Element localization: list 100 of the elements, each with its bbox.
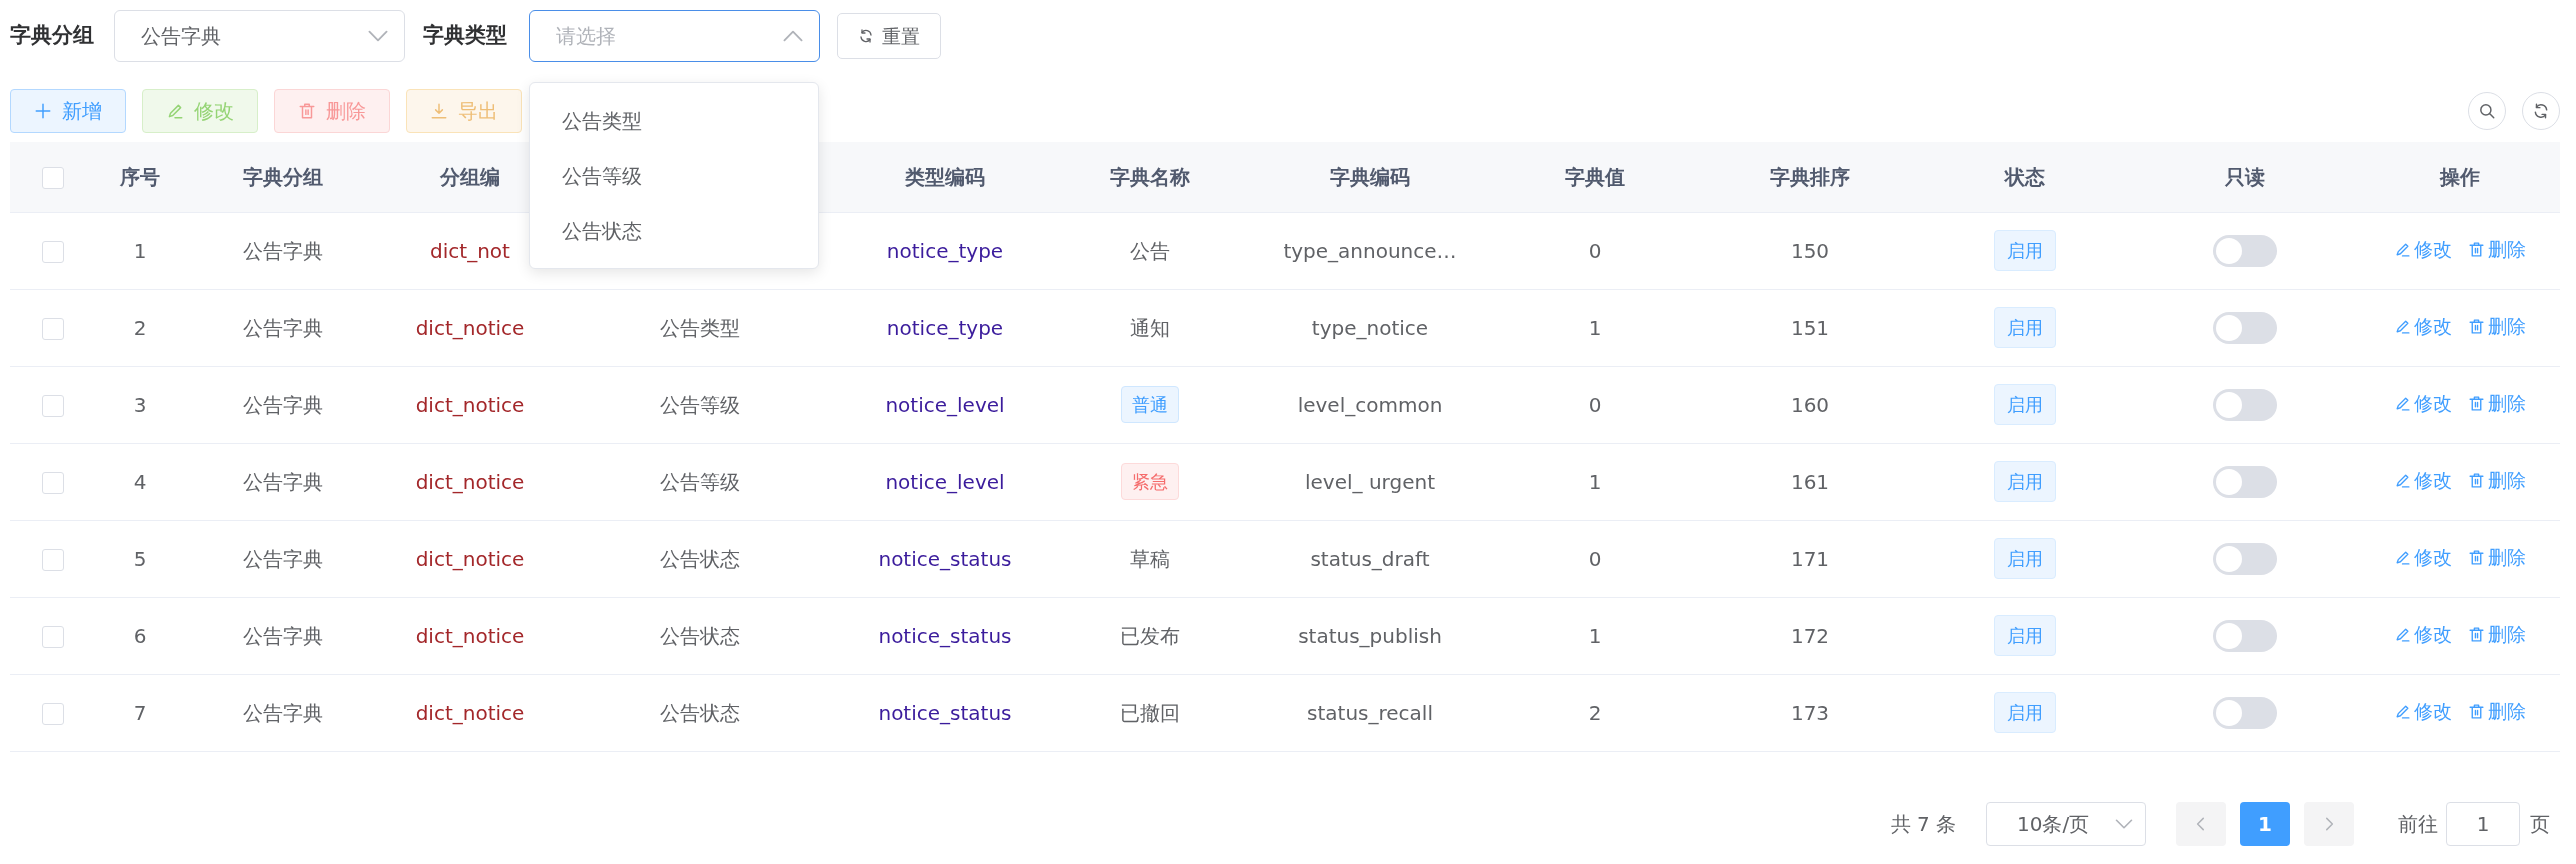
readonly-switch[interactable] (2213, 465, 2277, 498)
row-checkbox[interactable] (41, 472, 64, 494)
chevron-down-icon (368, 30, 388, 42)
next-page-button[interactable] (2304, 801, 2354, 846)
table-cell: 151 (1790, 315, 1830, 340)
table-cell: 1 (133, 238, 147, 263)
readonly-switch[interactable] (2213, 619, 2277, 652)
table-cell: 2 (133, 315, 147, 340)
row-checkbox[interactable] (41, 703, 64, 725)
table-cell: notice_status (878, 623, 1012, 648)
select-all-checkbox[interactable] (41, 167, 64, 190)
trash-icon (2468, 625, 2485, 643)
table-cell: type_notice (1311, 315, 1429, 340)
row-checkbox[interactable] (41, 549, 64, 571)
row-checkbox[interactable] (41, 318, 64, 340)
table-cell: 公告字典 (242, 700, 323, 725)
column-header: 字典排序 (1770, 164, 1850, 189)
table-cell: 公告字典 (242, 392, 323, 417)
table-cell: dict_notice (415, 315, 525, 340)
page-input[interactable]: 1 (2446, 801, 2520, 846)
status-tag: 启用 (1994, 615, 2056, 656)
delete-link[interactable]: 删除 (2468, 312, 2526, 341)
refresh-button[interactable] (2522, 92, 2560, 130)
edit-link[interactable]: 修改 (2394, 620, 2452, 649)
table-cell: 0 (1588, 238, 1602, 263)
table-cell: 已发布 (1120, 623, 1180, 648)
table-cell: 173 (1790, 700, 1830, 725)
edit-link[interactable]: 修改 (2394, 235, 2452, 264)
row-checkbox[interactable] (41, 395, 64, 417)
search-icon (2478, 102, 2496, 120)
table-cell: 已撤回 (1120, 700, 1180, 725)
readonly-switch[interactable] (2213, 311, 2277, 344)
column-header: 状态 (2005, 164, 2045, 189)
table-cell: 草稿 (1130, 546, 1170, 571)
previous-page-button[interactable] (2176, 801, 2226, 846)
status-tag: 启用 (1994, 307, 2056, 348)
dropdown-option[interactable]: 公告等级 (530, 148, 818, 203)
table-cell: 160 (1790, 392, 1830, 417)
table-cell: notice_status (878, 546, 1012, 571)
table-cell: 公告状态 (660, 700, 740, 725)
status-tag: 启用 (1994, 384, 2056, 425)
chevron-up-icon (783, 30, 803, 42)
select-field[interactable]: 公告字典 (114, 10, 405, 62)
dropdown-option[interactable]: 公告类型 (530, 93, 818, 148)
column-header: 字典编码 (1330, 164, 1410, 189)
table-cell: 4 (133, 469, 147, 494)
reset-button[interactable]: 重置 (837, 13, 941, 59)
delete-link[interactable]: 删除 (2468, 620, 2526, 649)
trash-icon (298, 102, 316, 120)
table-cell: dict_notice (415, 623, 525, 648)
edit-link[interactable]: 修改 (2394, 543, 2452, 572)
trash-icon (2468, 548, 2485, 566)
row-checkbox[interactable] (41, 626, 64, 648)
delete-button[interactable]: 删除 (274, 89, 390, 133)
edit-link[interactable]: 修改 (2394, 389, 2452, 418)
delete-link[interactable]: 删除 (2468, 697, 2526, 726)
trash-icon (2468, 317, 2485, 335)
edit-button[interactable]: 修改 (142, 89, 258, 133)
table-cell: 公告字典 (242, 238, 323, 263)
table-cell: dict_notice (415, 700, 525, 725)
trash-icon (2468, 394, 2485, 412)
column-header: 字典分组 (242, 164, 323, 189)
refresh-icon (2532, 102, 2550, 120)
pencil-icon (2394, 625, 2411, 643)
table-cell: 1 (1588, 623, 1602, 648)
trash-icon (2468, 471, 2485, 489)
row-checkbox[interactable] (41, 241, 64, 263)
edit-link[interactable]: 修改 (2394, 466, 2452, 495)
readonly-switch[interactable] (2213, 542, 2277, 575)
filter-label: 字典分组 (10, 22, 94, 50)
status-tag: 启用 (1994, 461, 2056, 502)
delete-link[interactable]: 删除 (2468, 235, 2526, 264)
export-button[interactable]: 导出 (406, 89, 522, 133)
column-header: 字典值 (1565, 164, 1625, 189)
edit-link[interactable]: 修改 (2394, 697, 2452, 726)
table-cell: 公告状态 (660, 546, 740, 571)
table-cell: 5 (133, 546, 147, 571)
pencil-icon (2394, 471, 2411, 489)
trash-icon (2468, 702, 2485, 720)
table-cell: 1 (1588, 469, 1602, 494)
page-button[interactable]: 1 (2240, 801, 2290, 846)
search-button[interactable] (2468, 92, 2506, 130)
dictionary-tag: 普通 (1121, 386, 1179, 423)
table-cell: dict_notice (415, 469, 525, 494)
table-cell: 公告等级 (660, 392, 740, 417)
readonly-switch[interactable] (2213, 696, 2277, 729)
table-cell: 公告等级 (660, 469, 740, 494)
delete-link[interactable]: 删除 (2468, 466, 2526, 495)
readonly-switch[interactable] (2213, 388, 2277, 421)
readonly-switch[interactable] (2213, 234, 2277, 267)
dropdown-option[interactable]: 公告状态 (530, 203, 818, 258)
page-size-select[interactable]: 10条/页 (1986, 801, 2146, 846)
select-field[interactable]: 请选择 (529, 10, 820, 62)
delete-link[interactable]: 删除 (2468, 389, 2526, 418)
delete-link[interactable]: 删除 (2468, 543, 2526, 572)
table-cell: 150 (1790, 238, 1830, 263)
add-button[interactable]: 新增 (10, 89, 126, 133)
table-cell: 0 (1588, 546, 1602, 571)
chevron-down-icon (2115, 818, 2133, 829)
edit-link[interactable]: 修改 (2394, 312, 2452, 341)
